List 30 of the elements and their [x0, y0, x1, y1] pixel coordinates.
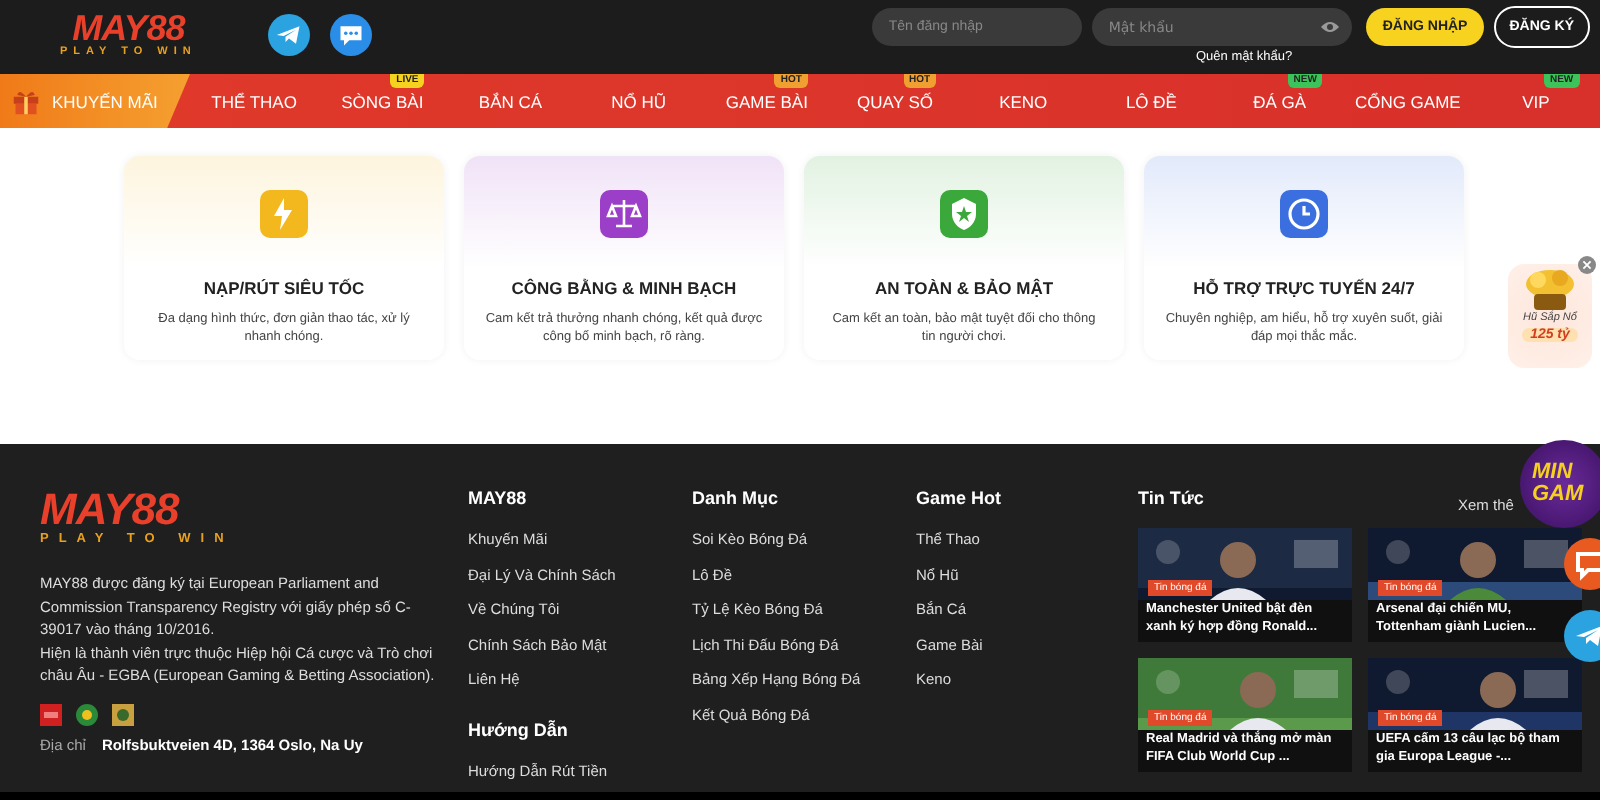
- gift-icon: [12, 87, 40, 115]
- license-icon: [76, 703, 98, 725]
- footer-heading: Danh Mục: [692, 488, 781, 512]
- nav-tab[interactable]: CỔNG GAME: [1343, 74, 1472, 128]
- nav-tab[interactable]: NỔ HŨ: [574, 74, 703, 128]
- chat-icon[interactable]: [330, 14, 373, 56]
- nav-tab[interactable]: THỂ THAO: [190, 74, 319, 128]
- nav-tab[interactable]: KENO: [959, 74, 1088, 128]
- footer-heading: Hướng Dẫn: [468, 719, 570, 744]
- logo-text: MAY88: [72, 10, 185, 46]
- shield-icon: [940, 190, 988, 238]
- close-icon[interactable]: [1578, 256, 1596, 274]
- treasure-icon: [1520, 268, 1580, 312]
- telegram-icon[interactable]: [268, 14, 311, 56]
- nav-tab[interactable]: LÔ ĐỀ: [1087, 74, 1216, 128]
- nav-tab[interactable]: BẮN CÁ: [446, 74, 575, 128]
- license-icon: [40, 703, 62, 725]
- logo-text: MAY88: [40, 488, 179, 532]
- feature-title: HỖ TRỢ TRỰC TUYẾN 24/7: [1193, 278, 1415, 298]
- footer-heading: Game Hot: [916, 488, 1004, 512]
- license-icon: [112, 703, 134, 725]
- feature-title: CÔNG BẰNG & MINH BẠCH: [511, 278, 737, 298]
- eye-icon[interactable]: [1320, 20, 1341, 34]
- footer-heading: MAY88: [468, 488, 529, 512]
- clock-icon: [1280, 190, 1328, 238]
- bolt-icon: [260, 190, 308, 238]
- feature-title: AN TOÀN & BẢO MẬT: [874, 278, 1054, 298]
- feature-title: NẠP/RÚT SIÊU TỐC: [203, 278, 365, 298]
- scales-icon: [600, 190, 648, 238]
- news-heading: Tin Tức: [1138, 488, 1204, 508]
